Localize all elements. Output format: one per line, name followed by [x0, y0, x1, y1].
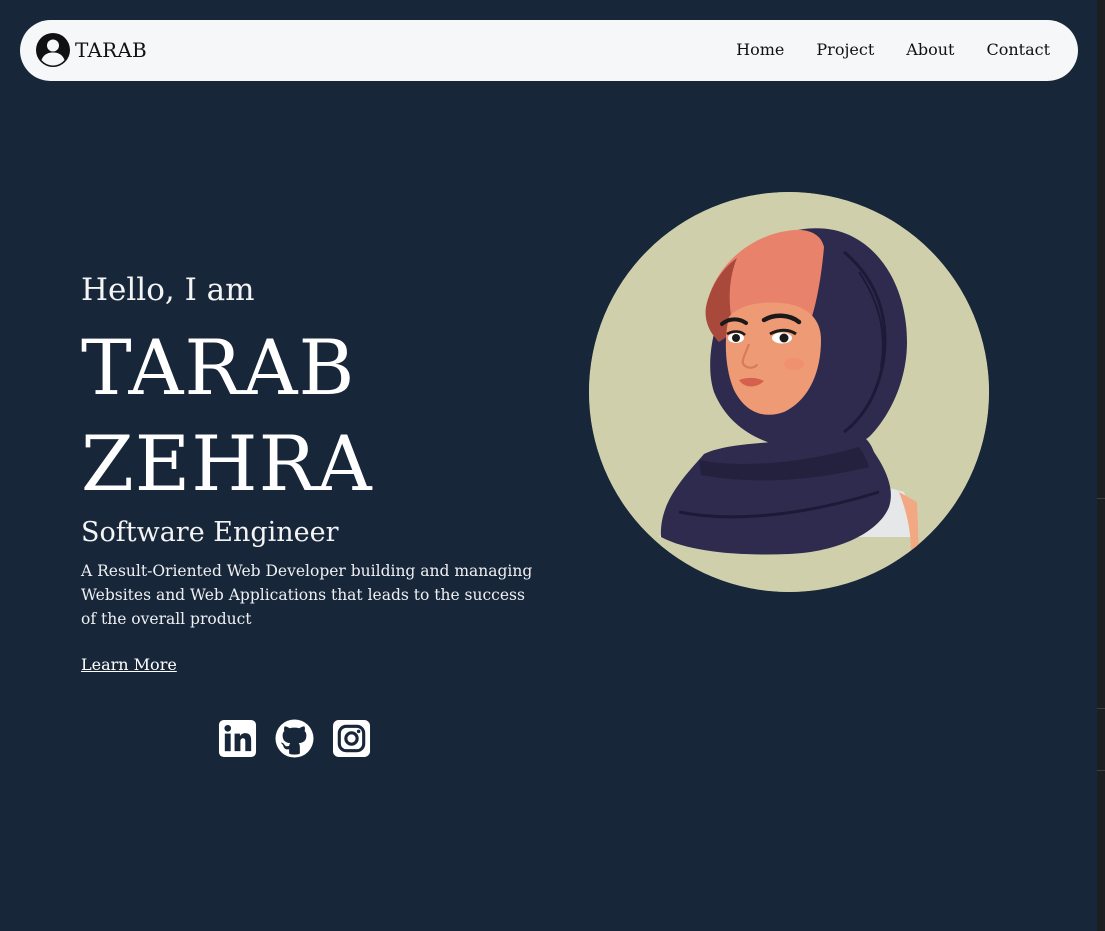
nav-contact-link[interactable]: Contact — [986, 40, 1050, 59]
hero-first-name: TARAB — [81, 323, 356, 412]
hijab-woman-avatar — [589, 192, 989, 592]
hero-greeting: Hello, I am — [81, 272, 255, 308]
navbar: TARAB Home Project About Contact — [20, 20, 1078, 81]
social-links — [218, 719, 371, 758]
user-circle-icon — [36, 33, 70, 67]
hero-last-name: ZEHRA — [81, 419, 373, 508]
brand-name: TARAB — [75, 38, 147, 62]
window-edge — [1097, 0, 1105, 931]
hero-description: A Result-Oriented Web Developer building… — [81, 562, 533, 628]
instagram-icon[interactable] — [332, 719, 371, 758]
nav-links: Home Project About Contact — [736, 40, 1050, 59]
learn-more-link[interactable]: Learn More — [81, 655, 177, 674]
brand-link[interactable]: TARAB — [35, 32, 147, 68]
nav-about-link[interactable]: About — [906, 40, 954, 59]
nav-home-link[interactable]: Home — [736, 40, 784, 59]
portfolio-page: TARAB Home Project About Contact Hello, … — [0, 0, 1105, 931]
avatar-illustration — [589, 192, 989, 592]
linkedin-icon[interactable] — [218, 719, 257, 758]
hero-role: Software Engineer — [81, 517, 339, 548]
nav-project-link[interactable]: Project — [816, 40, 874, 59]
github-icon[interactable] — [275, 719, 314, 758]
